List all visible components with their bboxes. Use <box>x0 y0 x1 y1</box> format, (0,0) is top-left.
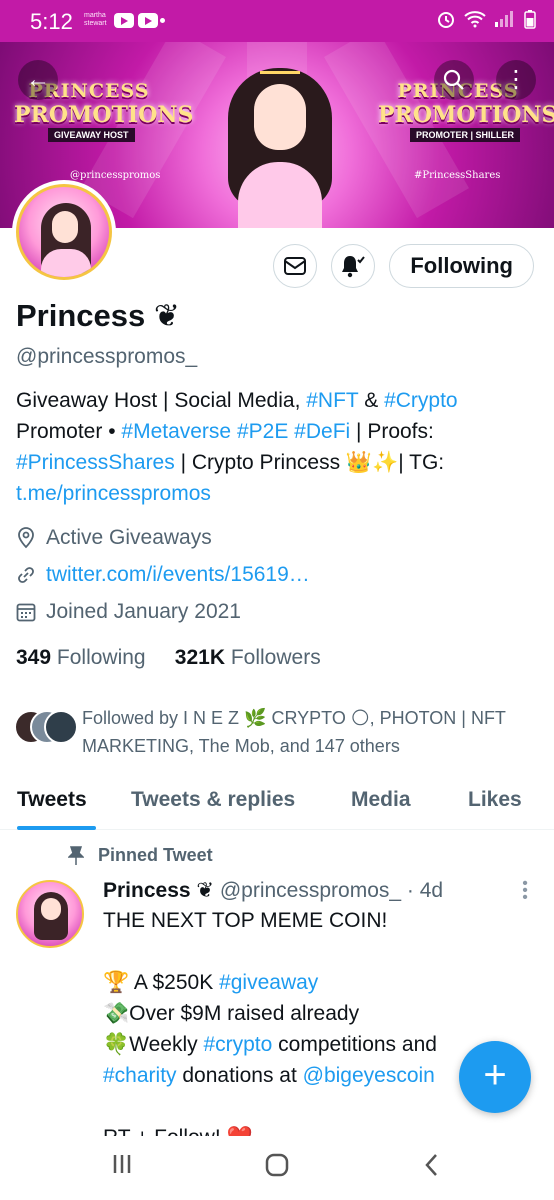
search-icon <box>443 69 464 90</box>
profile-name: Princess ❦ <box>16 298 180 333</box>
pin-icon <box>68 845 84 865</box>
tweet-time: · 4d <box>406 879 444 902</box>
banner-left-handle: @princesspromos <box>70 170 161 181</box>
hashtag-link[interactable]: #DeFi <box>294 420 350 443</box>
followers-stat[interactable]: 321K Followers <box>175 646 321 669</box>
search-button[interactable] <box>434 60 474 100</box>
more-vertical-icon: ⋮ <box>504 66 528 93</box>
pinned-text: Pinned Tweet <box>98 845 213 865</box>
tweet-line: competitions and <box>272 1033 437 1056</box>
tab-tweets-replies[interactable]: Tweets & replies <box>131 788 295 812</box>
clock: 5:12 <box>30 9 73 34</box>
tweet-line: 🍀Weekly <box>103 1033 204 1056</box>
brand-right-line2: PROMOTIONS <box>378 102 554 128</box>
home-icon <box>265 1153 289 1177</box>
hashtag-link[interactable]: #NFT <box>306 389 358 412</box>
following-label: Following <box>56 646 146 669</box>
calendar-icon <box>16 603 36 622</box>
bio-text: | Crypto Princess 👑✨| TG: <box>174 451 445 474</box>
followers-count: 321K <box>174 646 225 669</box>
tab-tweets[interactable]: Tweets <box>17 788 87 812</box>
recent-apps-button[interactable] <box>110 1152 134 1183</box>
bell-check-icon <box>342 256 366 278</box>
location-pin-icon <box>18 527 34 549</box>
status-bar: 5:12 martha stewart <box>0 0 554 42</box>
followed-by-text: Followed by I N E Z 🌿 CRYPTO 🌕, PHOTON |… <box>82 708 506 756</box>
brand-left-line2: PROMOTIONS <box>14 102 194 128</box>
hashtag-link[interactable]: #PrincessShares <box>16 451 175 474</box>
profile-handle: @princesspromos_ <box>16 345 198 368</box>
bio-text: & <box>358 389 385 412</box>
battery-icon <box>524 9 536 34</box>
hashtag-link[interactable]: #Crypto <box>384 389 458 412</box>
status-icons <box>436 9 536 34</box>
chevron-left-icon <box>425 1154 437 1176</box>
youtube-icon <box>114 13 134 28</box>
mail-icon <box>284 257 307 275</box>
profile-tabs: Tweets Tweets & replies Media Likes <box>0 776 554 830</box>
tweet-header: Princess ❦ @princesspromos_ · 4d <box>103 878 443 903</box>
website-link[interactable]: twitter.com/i/events/15619… <box>46 563 310 587</box>
banner-illustration <box>220 52 340 228</box>
bio-text: Promoter • <box>16 420 122 443</box>
compose-tweet-button[interactable]: + <box>459 1041 531 1113</box>
hashtag-link[interactable]: #giveaway <box>219 971 318 994</box>
profile-joined: Joined January 2021 <box>16 600 241 624</box>
tweet-author[interactable]: Princess ❦ <box>103 879 214 902</box>
youtube-icon <box>138 13 158 28</box>
following-button[interactable]: Following <box>389 244 534 288</box>
notification-logo: martha stewart <box>84 12 107 27</box>
hashtag-link[interactable]: #P2E <box>237 420 288 443</box>
tweet-text[interactable]: THE NEXT TOP MEME COIN! 🏆 A $250K #givea… <box>103 905 543 1153</box>
banner-left-sub: GIVEAWAY HOST <box>48 128 135 142</box>
follow-stats: 349 Following 321K Followers <box>16 646 321 670</box>
more-options-button[interactable]: ⋮ <box>496 60 536 100</box>
tweet-line: 🏆 A $250K <box>103 971 220 994</box>
follower-avatar <box>44 710 78 744</box>
profile-location: Active Giveaways <box>16 526 212 550</box>
avatar-image <box>16 184 112 280</box>
bio-text: | Proofs: <box>350 420 434 443</box>
more-notifications-icon <box>160 18 165 23</box>
link-icon <box>18 567 34 583</box>
alarm-icon <box>436 9 456 34</box>
following-stat[interactable]: 349 Following <box>16 646 146 669</box>
signal-icon <box>494 10 516 33</box>
mention-link[interactable]: @bigeyescoin <box>303 1064 435 1087</box>
tab-media[interactable]: Media <box>351 788 411 812</box>
active-tab-indicator <box>17 826 96 830</box>
back-system-button[interactable] <box>422 1152 442 1185</box>
back-arrow-icon: ← <box>26 66 50 93</box>
banner-right-handle: #PrincessShares <box>414 170 501 181</box>
profile-avatar[interactable] <box>12 180 116 284</box>
hashtag-link[interactable]: #charity <box>103 1064 177 1087</box>
followers-label: Followers <box>230 646 321 669</box>
profile-website: twitter.com/i/events/15619… <box>16 563 310 587</box>
tweet-line: THE NEXT TOP MEME COIN! <box>103 909 388 932</box>
tweet-more-icon[interactable]: • • • <box>522 876 528 906</box>
profile-actions: Following <box>273 244 534 288</box>
recent-apps-icon <box>113 1155 131 1173</box>
wifi-icon <box>464 10 486 33</box>
notifications-button[interactable] <box>331 244 376 288</box>
bio-text: Giveaway Host | Social Media, <box>16 389 307 412</box>
home-button[interactable] <box>264 1152 290 1185</box>
joined-text: Joined January 2021 <box>46 600 241 623</box>
tab-likes[interactable]: Likes <box>468 788 522 812</box>
system-nav-bar <box>0 1136 554 1200</box>
tweet-avatar[interactable] <box>16 880 84 948</box>
following-count: 349 <box>16 646 52 669</box>
pinned-label: Pinned Tweet <box>68 845 213 866</box>
location-text: Active Giveaways <box>46 526 212 549</box>
tweet-handle: @princesspromos_ <box>219 879 402 902</box>
profile-bio: Giveaway Host | Social Media, #NFT & #Cr… <box>16 385 538 509</box>
hashtag-link[interactable]: #crypto <box>203 1033 272 1056</box>
tweet-line: 💸Over $9M raised already <box>103 1002 360 1025</box>
banner-right-sub: PROMOTER | SHILLER <box>410 128 521 142</box>
tweet-line: donations at <box>176 1064 303 1087</box>
message-button[interactable] <box>273 244 318 288</box>
back-button[interactable]: ← <box>18 60 58 100</box>
telegram-link[interactable]: t.me/princesspromos <box>16 482 211 505</box>
hashtag-link[interactable]: #Metaverse <box>121 420 231 443</box>
